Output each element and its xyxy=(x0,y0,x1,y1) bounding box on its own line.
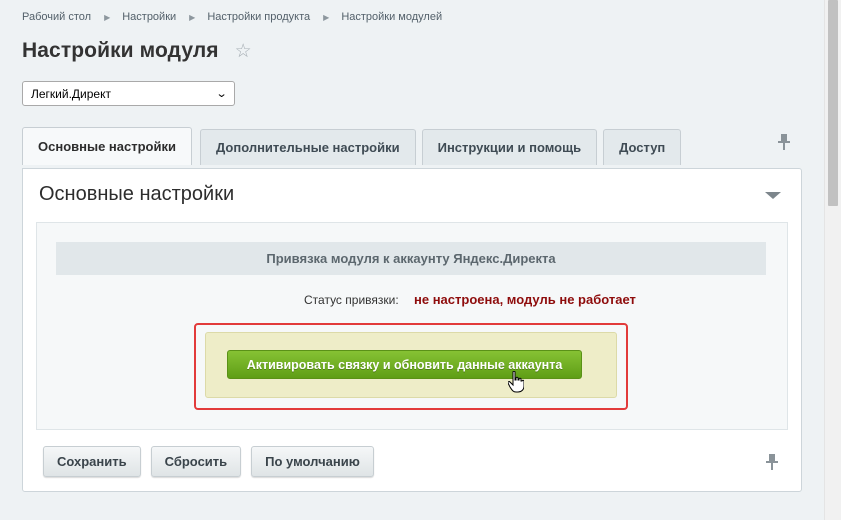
chevron-right-icon: ▶ xyxy=(323,12,330,22)
default-button[interactable]: По умолчанию xyxy=(251,446,374,477)
hand-cursor-icon xyxy=(507,370,525,398)
tab-bar: Основные настройки Дополнительные настро… xyxy=(22,127,687,165)
collapse-arrow-icon[interactable] xyxy=(765,192,781,199)
pin-icon[interactable] xyxy=(766,454,778,474)
module-select-value: Легкий.Директ xyxy=(31,86,111,101)
binding-status-label: Статус привязки: xyxy=(304,293,399,307)
activate-binding-button[interactable]: Активировать связку и обновить данные ак… xyxy=(227,350,582,379)
title-row: Настройки модуля ☆ xyxy=(22,39,252,63)
section-title: Основные настройки xyxy=(39,183,235,205)
chevron-right-icon: ▶ xyxy=(104,12,111,22)
activate-area: Активировать связку и обновить данные ак… xyxy=(205,332,617,398)
pin-icon[interactable] xyxy=(778,134,790,154)
star-icon[interactable]: ☆ xyxy=(235,42,252,61)
binding-header: Привязка модуля к аккаунту Яндекс.Директ… xyxy=(56,242,766,275)
page-scrollbar[interactable] xyxy=(824,0,841,520)
tab-main-settings[interactable]: Основные настройки xyxy=(22,127,192,165)
chevron-down-icon: ⌄ xyxy=(215,88,228,100)
page-title: Настройки модуля xyxy=(22,39,219,62)
breadcrumb-item-module-settings[interactable]: Настройки модулей xyxy=(341,11,442,23)
tab-instructions-help[interactable]: Инструкции и помощь xyxy=(421,129,598,165)
binding-status-value: не настроена, модуль не работает xyxy=(414,292,636,307)
chevron-right-icon: ▶ xyxy=(189,12,196,22)
tab-access[interactable]: Доступ xyxy=(603,129,682,165)
breadcrumb: Рабочий стол ▶ Настройки ▶ Настройки про… xyxy=(22,11,442,23)
binding-block: Привязка модуля к аккаунту Яндекс.Директ… xyxy=(36,222,788,430)
highlight-frame: Активировать связку и обновить данные ак… xyxy=(194,323,628,410)
save-button[interactable]: Сохранить xyxy=(43,446,141,477)
breadcrumb-item-product-settings[interactable]: Настройки продукта xyxy=(207,11,310,23)
module-select[interactable]: Легкий.Директ ⌄ xyxy=(22,81,235,106)
scrollbar-thumb[interactable] xyxy=(828,0,838,206)
breadcrumb-item-desktop[interactable]: Рабочий стол xyxy=(22,11,91,23)
tab-additional-settings[interactable]: Дополнительные настройки xyxy=(199,129,416,165)
reset-button[interactable]: Сбросить xyxy=(150,446,242,477)
footer-buttons: Сохранить Сбросить По умолчанию xyxy=(43,446,384,477)
settings-panel: Основные настройки Привязка модуля к акк… xyxy=(22,168,802,492)
breadcrumb-item-settings[interactable]: Настройки xyxy=(122,11,176,23)
